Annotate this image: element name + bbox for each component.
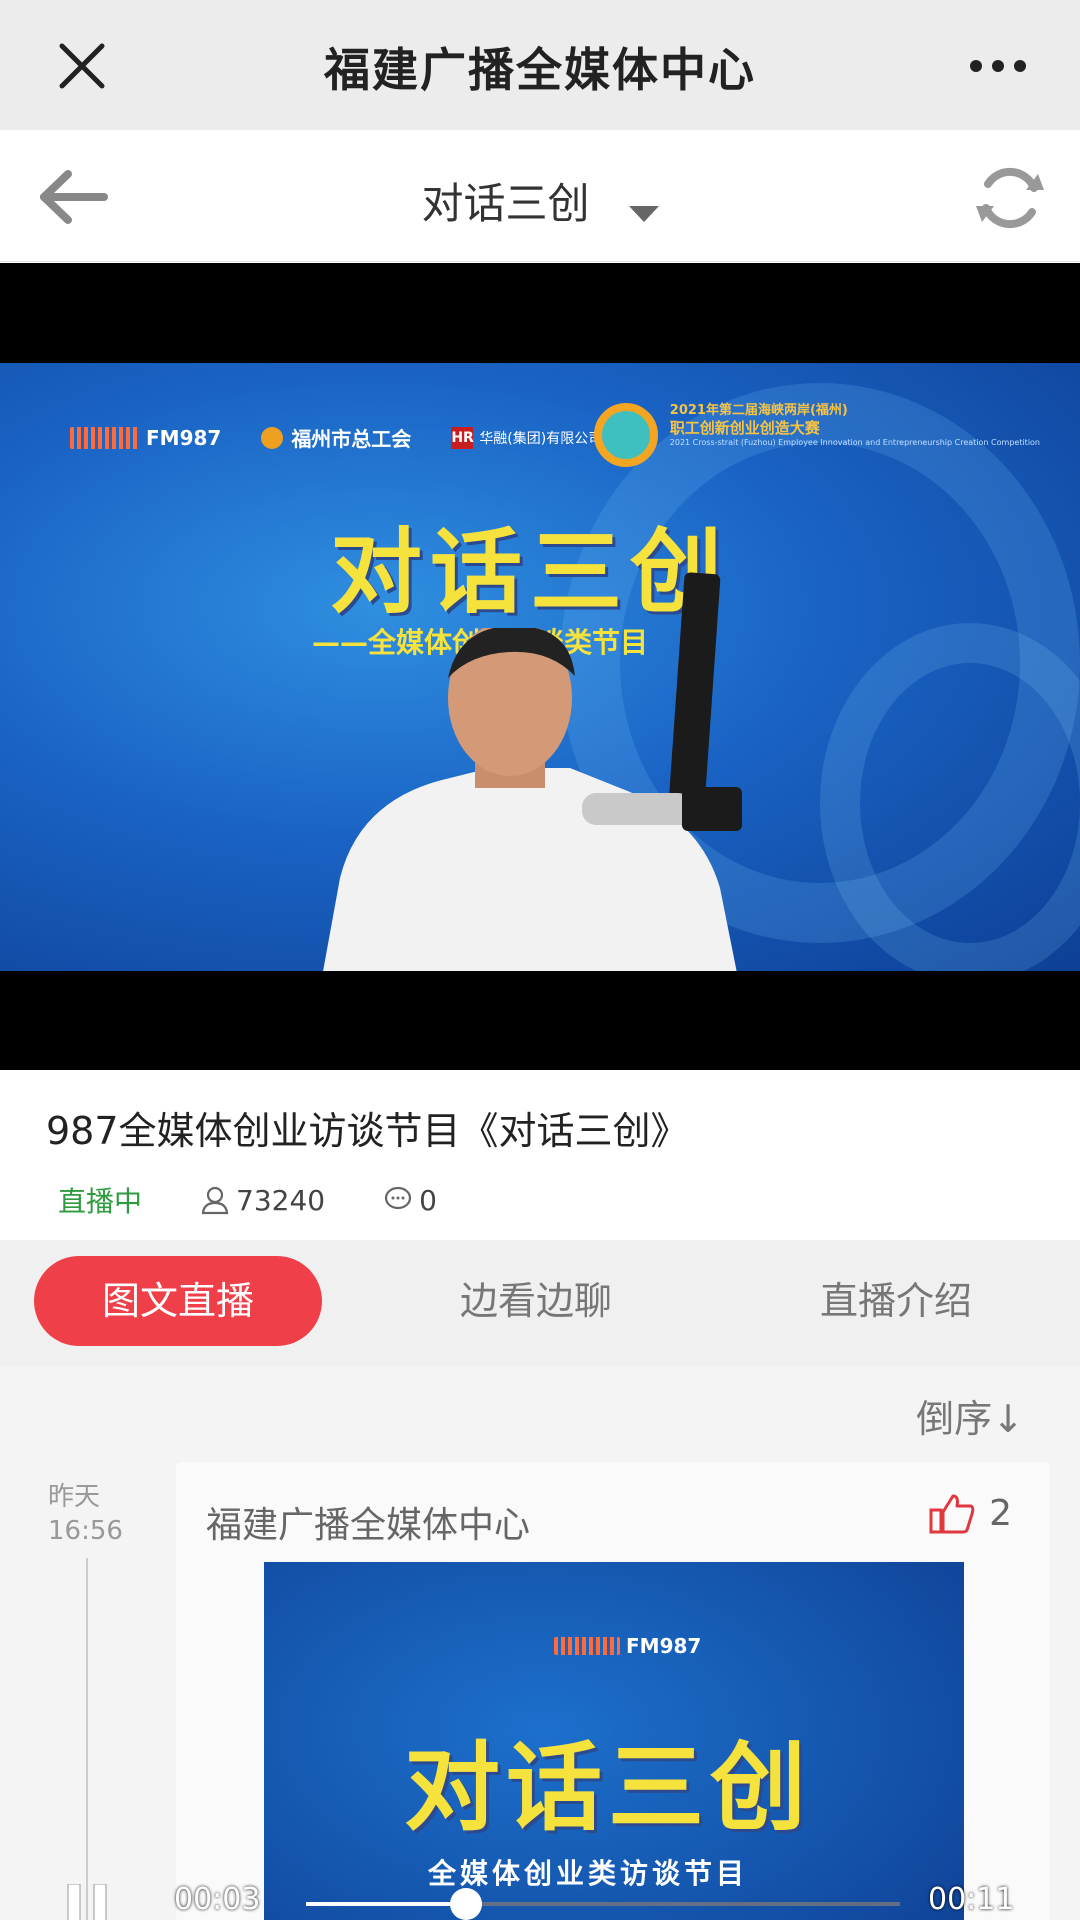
timeline-line: [86, 1558, 88, 1920]
show-title: 对话三创: [330, 519, 731, 626]
dropdown-icon: [628, 205, 659, 222]
comment-icon: [384, 1186, 412, 1210]
playback-controls: 00:03 00:11: [0, 1872, 1080, 1920]
progress-knob[interactable]: [450, 1888, 483, 1920]
post-author: 福建广播全媒体中心: [206, 1505, 531, 1546]
like-button[interactable]: 2: [929, 1492, 1012, 1534]
viewer-count-value: 73240: [236, 1183, 326, 1217]
hr-logo: HR 华融(集团)有限公司: [451, 426, 603, 449]
hr-mark: HR: [451, 426, 474, 449]
nav-bar: 对话三创: [0, 130, 1080, 262]
fm-logo-text: FM987: [626, 1634, 702, 1658]
more-icon[interactable]: [968, 54, 1028, 78]
tab-live-intro[interactable]: 直播介绍: [820, 1256, 972, 1346]
post-day: 昨天: [48, 1482, 101, 1512]
post-image[interactable]: FM987 对话三创 全媒体创业类访谈节目: [264, 1562, 964, 1920]
total-duration: 00:11: [928, 1882, 1015, 1917]
user-icon: [201, 1186, 229, 1215]
channel-selector[interactable]: 对话三创: [0, 170, 1080, 231]
fm987-logo: FM987: [70, 426, 221, 450]
live-feed: 倒序↓ 昨天 16:56 福建广播全媒体中心 2 FM987 对话三创 全媒体创…: [0, 1366, 1080, 1920]
post-time: 16:56: [48, 1516, 123, 1546]
sound-bars-icon: [70, 426, 140, 449]
contest-emblem-icon: [593, 403, 658, 467]
program-meta: 直播中 73240 0: [58, 1180, 495, 1220]
top-bar: 福建广播全媒体中心: [0, 0, 1080, 130]
video-frame: FM987 福州市总工会 HR 华融(集团)有限公司 2021年第二届海峡两岸(…: [0, 363, 1080, 971]
sound-bars-icon: [554, 1637, 620, 1655]
comment-count: 0: [383, 1184, 437, 1217]
viewer-count: 73240: [200, 1184, 325, 1217]
video-player[interactable]: FM987 福州市总工会 HR 华融(集团)有限公司 2021年第二届海峡两岸(…: [0, 263, 1080, 1070]
program-info: 987全媒体创业访谈节目《对话三创》 直播中 73240 0: [0, 1070, 1080, 1240]
fm-logo-text: FM987: [146, 425, 222, 450]
microphone-icon: [582, 787, 742, 831]
program-title: 987全媒体创业访谈节目《对话三创》: [46, 1109, 689, 1153]
content-tabs: 图文直播 边看边聊 直播介绍: [0, 1240, 1080, 1366]
contest-line-1: 2021年第二届海峡两岸(福州): [669, 403, 848, 418]
post-image-title: 对话三创: [404, 1732, 812, 1844]
progress-fill: [306, 1902, 467, 1906]
app-title: 福建广播全媒体中心: [324, 43, 756, 97]
like-count: 2: [989, 1492, 1012, 1534]
contest-line-2: 职工创新创业创造大赛: [669, 419, 820, 438]
live-status-badge: 直播中: [58, 1185, 143, 1218]
pause-icon[interactable]: [66, 1884, 110, 1920]
nav-title: 对话三创: [421, 179, 590, 228]
hr-logo-text: 华融(集团)有限公司: [479, 430, 603, 447]
progress-track[interactable]: [306, 1888, 900, 1920]
current-time: 00:03: [174, 1882, 261, 1917]
tab-watch-chat[interactable]: 边看边聊: [460, 1256, 612, 1346]
contest-logo: 2021年第二届海峡两岸(福州) 职工创新创业创造大赛 2021 Cross-s…: [593, 403, 1040, 467]
union-logo: 福州市总工会: [261, 423, 411, 452]
refresh-icon[interactable]: [970, 158, 1050, 238]
sponsor-logos: FM987 福州市总工会 HR 华融(集团)有限公司: [70, 423, 602, 452]
union-emblem-icon: [261, 426, 284, 449]
contest-line-3: 2021 Cross-strait (Fuzhou) Employee Inno…: [669, 438, 1040, 447]
thumbs-up-icon: [929, 1494, 975, 1534]
tab-graphic-live[interactable]: 图文直播: [34, 1256, 322, 1346]
union-logo-text: 福州市总工会: [291, 427, 412, 451]
fm987-logo: FM987: [554, 1634, 701, 1658]
feed-post-card: 福建广播全媒体中心 2 FM987 对话三创 全媒体创业类访谈节目: [176, 1462, 1050, 1920]
sort-toggle[interactable]: 倒序↓: [916, 1388, 1024, 1443]
comment-count-value: 0: [419, 1183, 437, 1217]
